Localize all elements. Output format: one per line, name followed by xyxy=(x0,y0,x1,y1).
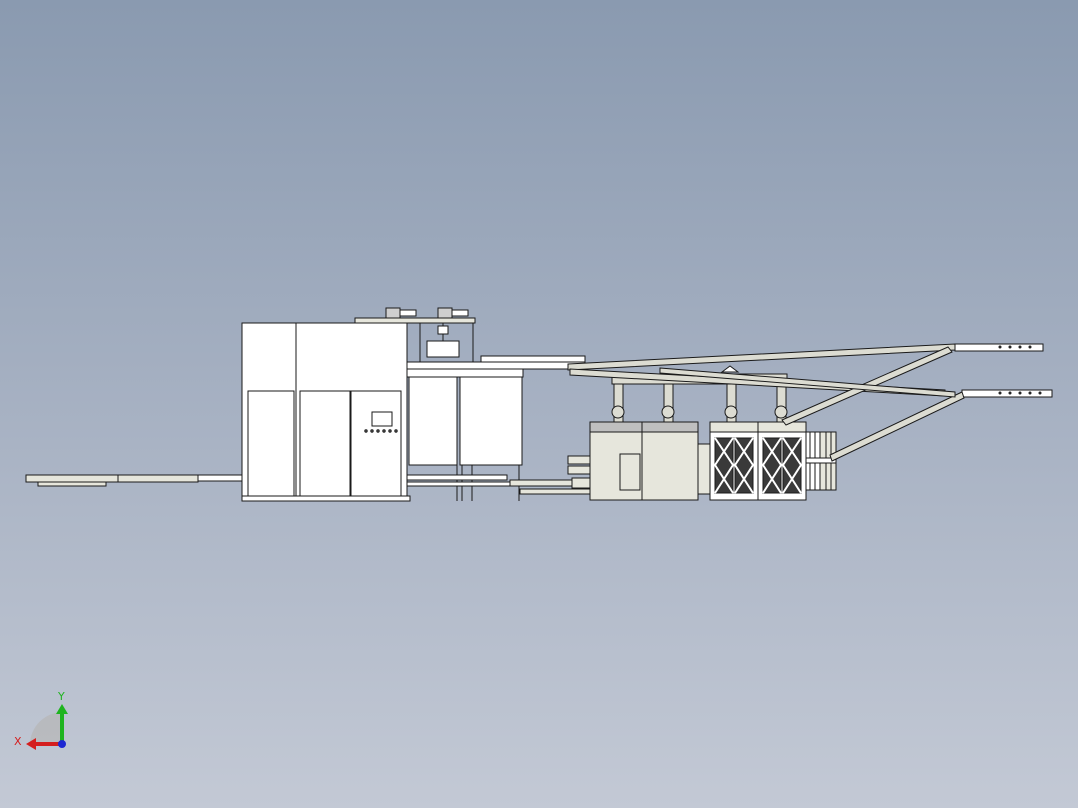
coordinate-triad: Y X xyxy=(14,690,68,750)
infeed-conveyor xyxy=(25,474,244,487)
machine-assembly-drawing: Y X xyxy=(14,307,1053,750)
conveyor-tick-marks xyxy=(998,345,1042,395)
middle-feeder xyxy=(406,355,586,501)
z-axis-dot xyxy=(58,740,66,748)
printing-unit-2 xyxy=(641,421,711,501)
cad-viewport[interactable]: Y X xyxy=(0,0,1078,808)
x-axis-label: X xyxy=(14,735,22,748)
y-axis-label: Y xyxy=(57,690,65,703)
dryer-cabinet-1 xyxy=(709,421,759,501)
printing-unit-1 xyxy=(589,421,643,501)
motor-2 xyxy=(437,307,453,319)
control-screen xyxy=(371,411,393,427)
dryer-cabinet-2 xyxy=(757,421,807,501)
motor-1 xyxy=(385,307,401,319)
main-cabinet xyxy=(241,322,411,502)
